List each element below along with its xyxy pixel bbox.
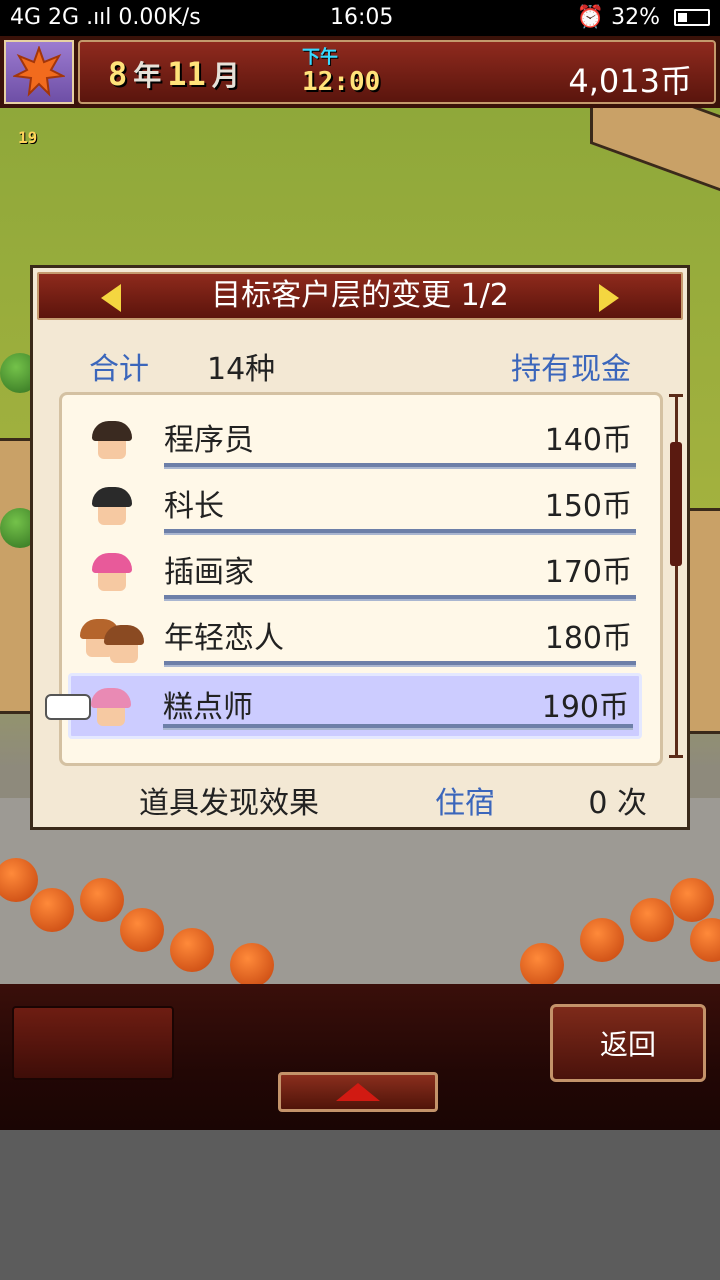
customer-price: 170币 — [544, 555, 632, 590]
customer-name: 科长 — [164, 489, 224, 524]
manager-avatar — [92, 487, 132, 527]
list-item[interactable]: 年轻恋人 180币 — [72, 607, 642, 673]
up-arrow-icon — [336, 1083, 380, 1101]
year-unit: 年 — [133, 59, 162, 92]
customer-price: 150币 — [544, 489, 632, 524]
list-item[interactable]: 插画家 170币 — [72, 541, 642, 607]
tree — [30, 888, 74, 932]
target-customer-dialog: 目标客户层的变更 1/2 合计 14种 持有现金 程序员 140币 科长 150… — [30, 265, 690, 830]
tree — [670, 878, 714, 922]
autumn-leaf-icon[interactable] — [4, 40, 74, 104]
lodging-link[interactable]: 住宿 — [435, 778, 495, 822]
info-panel — [12, 1006, 174, 1080]
tree — [120, 908, 164, 952]
couple-avatar — [104, 625, 144, 665]
customer-price: 140币 — [544, 423, 632, 458]
month-number: 11 — [167, 55, 206, 93]
hair — [92, 421, 132, 441]
month-unit: 月 — [211, 59, 240, 92]
network-indicator: 4G 2G .ııl 0.00K/s — [10, 5, 201, 30]
bottom-bar: 返回 — [0, 984, 720, 1130]
battery-percent: ⏰ 32% — [576, 5, 660, 30]
dialog-header: 目标客户层的变更 1/2 — [37, 272, 683, 320]
programmer-avatar — [92, 421, 132, 461]
customer-name: 年轻恋人 — [164, 621, 284, 656]
customer-name: 插画家 — [164, 555, 254, 590]
status-bar: 4G 2G .ııl 0.00K/s 16:05 ⏰ 32% — [0, 0, 720, 36]
tree — [80, 878, 124, 922]
money-amount: 4,013币 — [568, 62, 692, 100]
item-effect-label: 道具发现效果 — [139, 786, 319, 821]
tree — [520, 943, 564, 987]
list-scrollbar[interactable] — [669, 394, 683, 758]
customer-price: 180币 — [544, 621, 632, 656]
tree — [170, 928, 214, 972]
total-label: 合计 — [89, 352, 149, 387]
building — [590, 108, 720, 205]
effect-count: 0 次 — [588, 786, 647, 821]
expand-up-button[interactable] — [278, 1072, 438, 1112]
total-value: 14种 — [207, 352, 276, 387]
list-item[interactable]: 程序员 140币 — [72, 409, 642, 475]
previous-page-arrow-icon[interactable] — [101, 284, 121, 312]
pastry-chef-avatar — [91, 688, 131, 728]
customer-list: 程序员 140币 科长 150币 插画家 170币 年轻恋人 180币 糕点师 — [45, 392, 663, 766]
cash-label: 持有现金 — [511, 352, 631, 387]
battery-icon — [674, 9, 710, 26]
game-time: 下午 12:00 — [302, 47, 381, 97]
customer-price: 190币 — [541, 690, 629, 725]
dialog-title: 目标客户层的变更 1/2 — [211, 278, 509, 313]
clock-time: 12:00 — [302, 67, 381, 97]
customer-name: 糕点师 — [163, 690, 253, 725]
next-page-arrow-icon[interactable] — [599, 284, 619, 312]
customer-name: 程序员 — [164, 423, 254, 458]
status-time: 16:05 — [330, 5, 394, 30]
pointing-hand-icon — [45, 694, 91, 720]
game-top-bar: 8 年 11 月 下午 12:00 4,013币 — [0, 36, 720, 108]
tree — [630, 898, 674, 942]
tree — [230, 943, 274, 987]
year-number: 8 — [108, 55, 128, 93]
tree — [580, 918, 624, 962]
game-date: 8 年 11 月 — [108, 54, 246, 94]
scroll-thumb[interactable] — [670, 442, 682, 566]
date-money-panel: 8 年 11 月 下午 12:00 4,013币 — [78, 40, 716, 104]
ampm-label: 下午 — [302, 47, 338, 68]
list-item[interactable]: 科长 150币 — [72, 475, 642, 541]
level-badge: 19 — [18, 128, 38, 147]
illustrator-avatar — [92, 553, 132, 593]
list-item-selected[interactable]: 糕点师 190币 — [45, 673, 642, 739]
back-button[interactable]: 返回 — [550, 1004, 706, 1082]
